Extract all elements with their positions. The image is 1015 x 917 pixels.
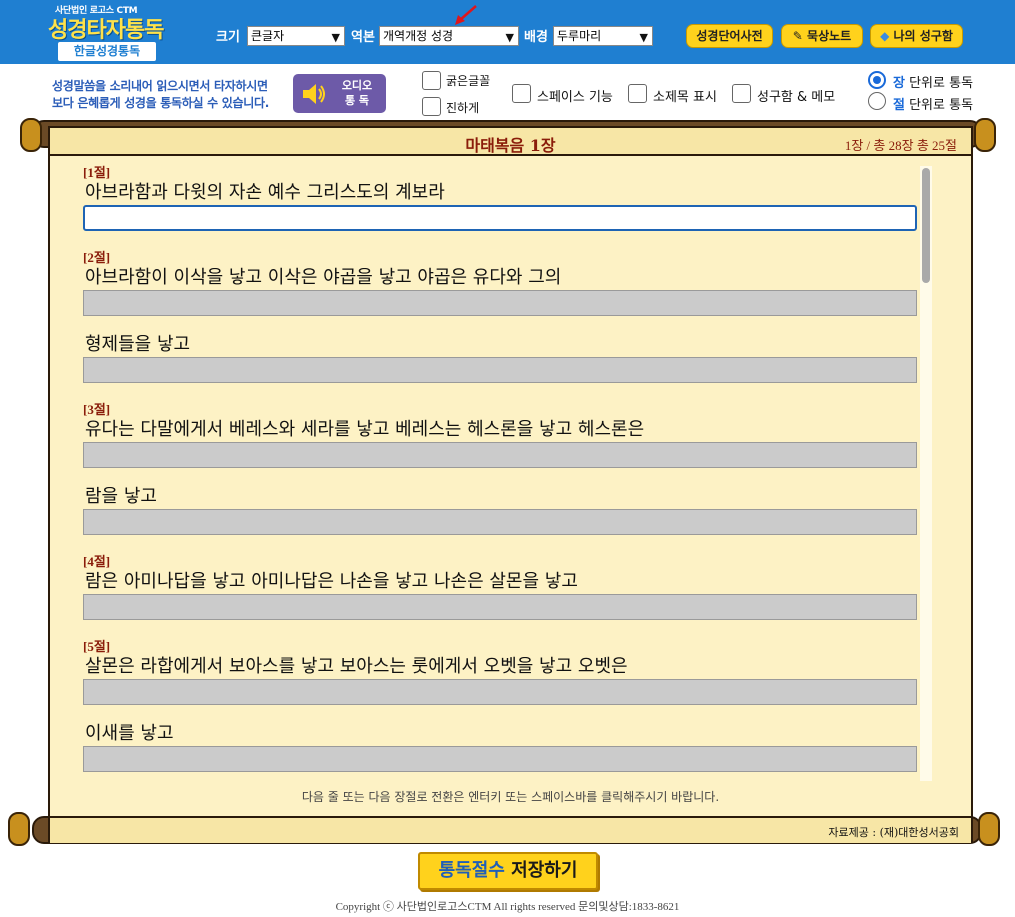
typing-input[interactable] xyxy=(83,594,917,620)
subtitle-display-checkbox[interactable] xyxy=(628,84,647,103)
chapter-info: 1장 / 총 28장 총 25절 xyxy=(844,138,957,153)
verse-unit-label: 절 단위로 통독 xyxy=(893,94,973,113)
scroll-frame: 마태복음 1장 1장 / 총 28장 총 25절 [1절] 아브라함과 다윗의 … xyxy=(8,118,1008,850)
parchment: 마태복음 1장 1장 / 총 28장 총 25절 [1절] 아브라함과 다윗의 … xyxy=(48,126,973,843)
chapter-unit-label: 장 단위로 통독 xyxy=(893,72,973,91)
typing-input[interactable] xyxy=(83,746,917,772)
verse-content: [1절] 아브라함과 다윗의 자손 예수 그리스도의 계보라 [2절] 아브라함… xyxy=(50,158,971,786)
version-label: 역본 xyxy=(351,30,375,45)
source-credit: 자료제공 : (재)대한성서공회 xyxy=(828,826,959,839)
scroll-knob-bottom-left xyxy=(8,812,30,846)
vertical-scrollbar[interactable] xyxy=(920,166,932,781)
verse-box-memo-checkbox[interactable] xyxy=(732,84,751,103)
verse-line-text: 형제들을 낳고 xyxy=(85,334,191,355)
chapter-title-bar: 마태복음 1장 1장 / 총 28장 총 25절 xyxy=(50,128,971,156)
scroll-knob-top-left xyxy=(20,118,42,152)
intro-line-2: 보다 은혜롭게 성경을 통독하실 수 있습니다. xyxy=(52,96,269,110)
intro-text: 성경말씀을 소리내어 읽으시면서 타자하시면 보다 은혜롭게 성경을 통독하실 … xyxy=(52,78,269,112)
verse-line-text: 아브라함이 이삭을 낳고 이삭은 야곱을 낳고 야곱은 유다와 그의 xyxy=(85,267,562,288)
dictionary-button[interactable]: 성경단어사전 xyxy=(686,24,773,48)
audio-label: 오디오 통 독 xyxy=(333,78,381,108)
subtitle-display-label: 소제목 표시 xyxy=(653,90,717,105)
verse-line-text: 이새를 낳고 xyxy=(85,723,174,744)
typing-input-active[interactable] xyxy=(83,205,917,231)
pencil-icon: ✎ xyxy=(792,29,803,43)
intro-line-1: 성경말씀을 소리내어 읽으시면서 타자하시면 xyxy=(52,79,268,93)
logo-title[interactable]: 성경타자통독 xyxy=(48,12,164,44)
my-verses-button[interactable]: ◆ 나의 성구함 xyxy=(870,24,963,48)
bold-font-checkbox[interactable] xyxy=(422,71,441,90)
tag-icon: ◆ xyxy=(880,29,890,43)
size-select[interactable]: 큰글자 ▼ xyxy=(247,26,345,46)
typing-input[interactable] xyxy=(83,509,917,535)
size-select-value: 큰글자 xyxy=(251,29,285,43)
typing-input[interactable] xyxy=(83,357,917,383)
chevron-down-icon: ▼ xyxy=(331,31,340,44)
scroll-knob-top-right xyxy=(974,118,996,152)
typing-input[interactable] xyxy=(83,290,917,316)
audio-reading-button[interactable]: 오디오 통 독 xyxy=(293,74,386,113)
version-select[interactable]: 개역개정 성경 ▼ xyxy=(379,26,519,46)
verse-unit-highlight: 절 xyxy=(893,98,905,113)
header-bar: 사단법인 로고스 CTM 성경타자통독 한글성경통독 크기 큰글자 ▼ 역본 개… xyxy=(0,0,1015,64)
meditation-note-label: 묵상노트 xyxy=(807,29,852,43)
space-feature-checkbox[interactable] xyxy=(512,84,531,103)
chapter-unit-radio[interactable] xyxy=(868,71,886,89)
copyright-text: Copyright ⓒ 사단법인로고스CTM All rights reserv… xyxy=(335,901,680,913)
size-label: 크기 xyxy=(216,30,240,45)
verse-unit-text: 단위로 통독 xyxy=(904,98,974,113)
meditation-note-button[interactable]: ✎ 묵상노트 xyxy=(781,24,863,48)
bold-font-label: 굵은글꼴 xyxy=(446,74,491,88)
scroll-bottom-bar: 자료제공 : (재)대한성서공회 xyxy=(50,816,971,843)
verse-line-text: 아브라함과 다윗의 자손 예수 그리스도의 계보라 xyxy=(85,182,445,203)
logo-badge[interactable]: 한글성경통독 xyxy=(58,42,156,61)
verse-line-text: 살몬은 라합에게서 보아스를 낳고 보아스는 룻에게서 오벳을 낳고 오벳은 xyxy=(85,656,628,677)
chapter-unit-highlight: 장 xyxy=(893,76,905,91)
space-feature-label: 스페이스 기능 xyxy=(537,90,613,105)
verse-line-text: 유다는 다말에게서 베레스와 세라를 낳고 베레스는 헤스론을 낳고 헤스론은 xyxy=(85,419,645,440)
scrollbar-thumb[interactable] xyxy=(922,168,930,283)
chevron-down-icon: ▼ xyxy=(639,31,648,44)
scroll-knob-bottom-right xyxy=(978,812,1000,846)
background-label: 배경 xyxy=(524,30,548,45)
chapter-title: 마태복음 1장 xyxy=(465,136,556,155)
darker-label: 진하게 xyxy=(446,101,480,115)
verse-line-text: 람을 낳고 xyxy=(85,486,157,507)
verse-unit-radio[interactable] xyxy=(868,92,886,110)
darker-checkbox[interactable] xyxy=(422,97,441,116)
red-pointer-arrow-icon xyxy=(455,5,477,25)
verse-box-memo-label: 성구함 & 메모 xyxy=(757,90,836,105)
background-select[interactable]: 두루마리 ▼ xyxy=(553,26,653,46)
typing-input[interactable] xyxy=(83,442,917,468)
save-label-part1: 통독절수 xyxy=(438,860,505,881)
audio-label-line-1: 오디오 xyxy=(341,79,373,92)
save-progress-button[interactable]: 통독절수 저장하기 xyxy=(418,852,598,890)
chevron-down-icon: ▼ xyxy=(505,31,514,44)
background-select-value: 두루마리 xyxy=(557,29,602,43)
typing-input[interactable] xyxy=(83,679,917,705)
instruction-note: 다음 줄 또는 다음 장절로 전환은 엔터키 또는 스페이스바를 클릭해주시기 … xyxy=(301,790,720,804)
save-label-part2: 저장하기 xyxy=(511,860,578,881)
speaker-icon xyxy=(303,84,325,104)
chapter-unit-text: 단위로 통독 xyxy=(904,76,974,91)
version-select-value: 개역개정 성경 xyxy=(383,29,454,43)
my-verses-label: 나의 성구함 xyxy=(893,29,953,43)
verse-line-text: 람은 아미나답을 낳고 아미나답은 나손을 낳고 나손은 살몬을 낳고 xyxy=(85,571,578,592)
audio-label-line-2: 통 독 xyxy=(344,94,370,107)
